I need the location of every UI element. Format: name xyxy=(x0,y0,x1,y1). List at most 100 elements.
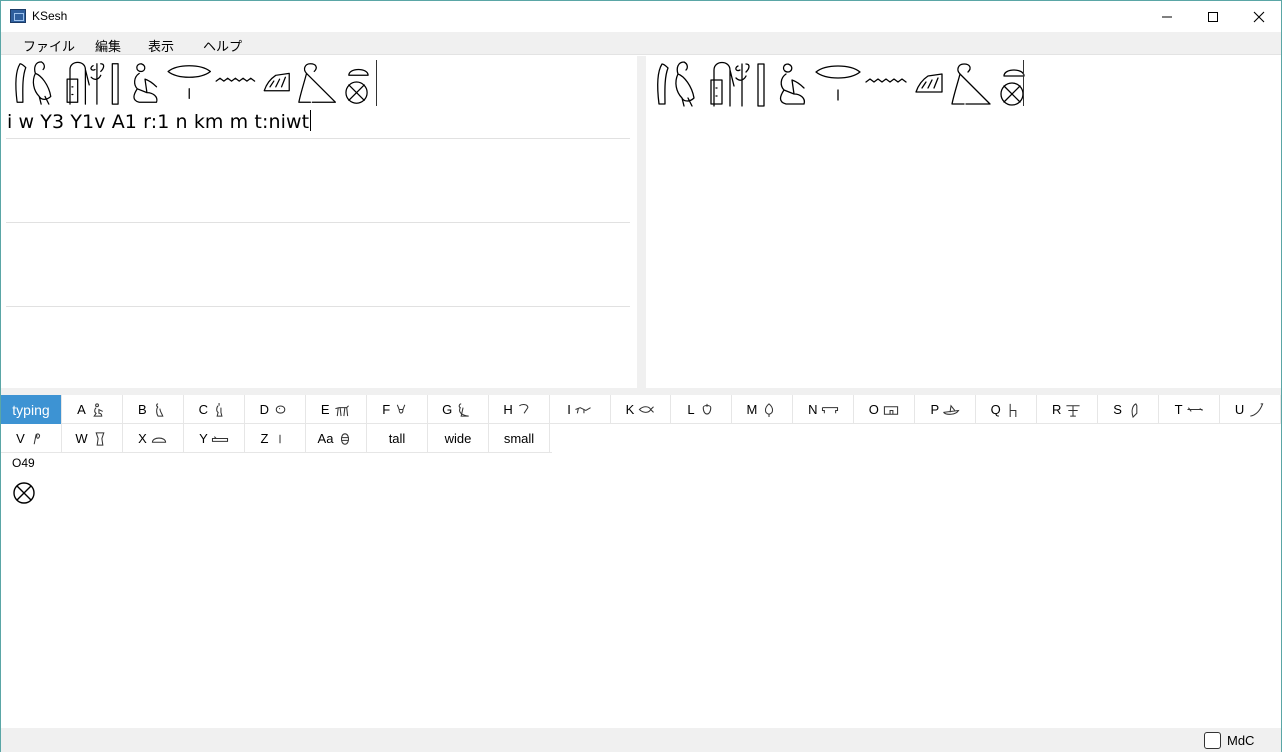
vertical-splitter[interactable] xyxy=(637,56,646,388)
water-glyph-icon xyxy=(215,77,256,82)
menu-edit[interactable]: 編集 xyxy=(95,36,121,55)
palette-tab-r[interactable]: R xyxy=(1037,395,1099,424)
palette-tab-label: typing xyxy=(12,401,50,418)
scribe-kit-glyph-icon xyxy=(710,61,735,107)
stroke-icon xyxy=(279,434,281,443)
tree-icon xyxy=(765,402,774,417)
palette-tab-p[interactable]: P xyxy=(915,395,977,424)
palette-tab-label: B xyxy=(138,402,147,417)
seated-man-icon xyxy=(93,402,103,417)
menu-help[interactable]: ヘルプ xyxy=(203,36,242,55)
palette-tab-wide[interactable]: wide xyxy=(428,424,489,453)
bird-icon xyxy=(458,402,469,417)
line-rule xyxy=(6,222,630,223)
palette-tab-i[interactable]: I xyxy=(550,395,611,424)
palette-tab-label: E xyxy=(320,402,330,417)
unclassified-icon xyxy=(341,432,350,445)
mdc-checkbox[interactable] xyxy=(1204,732,1221,749)
palette-tab-l[interactable]: L xyxy=(671,395,733,424)
animal-icon xyxy=(334,404,349,416)
minimize-icon xyxy=(1162,16,1172,17)
palette-tab-k[interactable]: K xyxy=(611,395,672,424)
palette-tab-y[interactable]: Y xyxy=(184,424,245,453)
palette-tab-label: X xyxy=(138,431,147,446)
bird-part-icon xyxy=(518,403,529,414)
close-button[interactable] xyxy=(1236,1,1282,32)
palette-tab-q[interactable]: Q xyxy=(976,395,1038,424)
mouth-glyph-icon xyxy=(815,65,861,79)
city-sign-button[interactable] xyxy=(12,481,36,505)
text-caret xyxy=(310,110,312,131)
palette-tab-label: T xyxy=(1174,402,1183,417)
hieroglyph-preview-line xyxy=(15,61,369,105)
crown-icon xyxy=(1131,402,1138,418)
hieroglyph-preview-pane[interactable] xyxy=(646,56,1281,388)
minimize-button[interactable] xyxy=(1144,1,1190,32)
palette-tab-label: O xyxy=(868,402,879,417)
close-icon xyxy=(1253,11,1265,22)
palette-tab-label: tall xyxy=(388,431,406,446)
palette-tab-tall[interactable]: tall xyxy=(367,424,428,453)
palette-tab-n[interactable]: N xyxy=(793,395,855,424)
palette-tab-e[interactable]: E xyxy=(306,395,367,424)
palette-tab-w[interactable]: W xyxy=(62,424,123,453)
papyrus-roll-glyph-icon xyxy=(90,63,105,105)
palette-tab-label: W xyxy=(75,431,88,446)
maximize-button[interactable] xyxy=(1190,1,1236,32)
furniture-icon xyxy=(1009,403,1017,417)
palette-tab-m[interactable]: M xyxy=(732,395,794,424)
palette-tab-label: wide xyxy=(444,431,472,446)
palette-tab-s[interactable]: S xyxy=(1098,395,1160,424)
fish-icon xyxy=(639,405,655,413)
sky-icon xyxy=(821,406,838,413)
palette-tab-c[interactable]: C xyxy=(184,395,245,424)
palette-tabs-row-2: V W X Y Z Aa tall wide small xyxy=(1,424,552,453)
palette-tab-typing[interactable]: typing xyxy=(1,395,62,424)
weapon-icon xyxy=(1187,406,1203,412)
quail-chick-glyph-icon xyxy=(32,61,52,105)
tool-icon xyxy=(1250,402,1264,417)
bread-loaf-glyph-icon xyxy=(1003,69,1025,77)
palette-tab-h[interactable]: H xyxy=(489,395,550,424)
palette-tab-v[interactable]: V xyxy=(1,424,62,453)
app-logo-icon xyxy=(10,9,26,23)
mdc-editor[interactable]: i w Y3 Y1v A1 r:1 n km m t:niwt xyxy=(1,56,637,388)
reptile-icon xyxy=(575,406,591,413)
palette-tab-aa[interactable]: Aa xyxy=(306,424,367,453)
title-bar[interactable]: KSesh xyxy=(1,1,1281,32)
palette-tab-label: R xyxy=(1051,402,1062,417)
palette-tab-u[interactable]: U xyxy=(1220,395,1282,424)
vessel-icon xyxy=(95,431,105,446)
palette-tab-label: Z xyxy=(260,431,269,446)
palette-tab-z[interactable]: Z xyxy=(245,424,306,453)
palette-tab-f[interactable]: F xyxy=(367,395,428,424)
palette-tab-g[interactable]: G xyxy=(428,395,489,424)
palette-tab-d[interactable]: D xyxy=(245,395,306,424)
palette-tab-label: H xyxy=(503,402,513,417)
palette-tab-label: D xyxy=(259,402,269,417)
reed-glyph-icon xyxy=(15,63,27,103)
status-bar: MdC xyxy=(1,728,1281,752)
app-window: KSesh ファイル 編集 表示 ヘルプ i w Y3 Y1v A1 r:1 n… xyxy=(0,0,1282,752)
palette-tab-t[interactable]: T xyxy=(1159,395,1221,424)
palette-tab-x[interactable]: X xyxy=(123,424,184,453)
papyrus-roll-glyph-icon xyxy=(735,63,750,107)
palette-tab-label: small xyxy=(503,431,535,446)
writing-icon xyxy=(211,435,228,442)
line-rule xyxy=(6,306,630,307)
bread-loaf-glyph-icon xyxy=(348,68,369,76)
palette-tab-label: F xyxy=(382,402,391,417)
palette-tab-a[interactable]: A xyxy=(62,395,123,424)
palette-tab-o[interactable]: O xyxy=(854,395,916,424)
mdc-text-line[interactable]: i w Y3 Y1v A1 r:1 n km m t:niwt xyxy=(7,110,312,133)
line-rule xyxy=(6,138,630,139)
menu-view[interactable]: 表示 xyxy=(148,36,174,55)
animal-part-icon xyxy=(396,404,406,414)
menu-file[interactable]: ファイル xyxy=(23,36,75,55)
palette-tabs-row-1: typing A B C D E F G H I K L M N O P Q R S T U xyxy=(1,395,1282,424)
beetle-icon xyxy=(702,403,711,414)
horizontal-splitter[interactable] xyxy=(1,388,1281,395)
owl-glyph-icon xyxy=(951,63,991,105)
palette-tab-b[interactable]: B xyxy=(123,395,184,424)
palette-tab-small[interactable]: small xyxy=(489,424,550,453)
